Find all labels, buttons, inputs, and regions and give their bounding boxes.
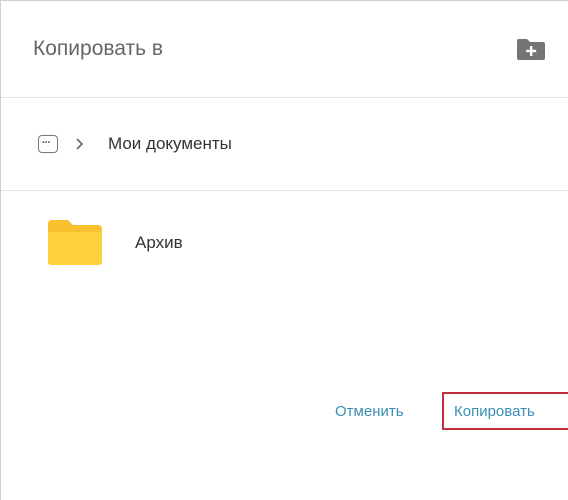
dialog-header: Копировать в (1, 1, 568, 98)
cancel-button[interactable]: Отменить (335, 402, 404, 422)
copy-button[interactable]: Копировать (442, 392, 568, 430)
chevron-right-icon (76, 138, 84, 150)
ellipsis-icon: ··· (42, 137, 51, 149)
breadcrumb: ··· Мои документы (1, 98, 568, 191)
dialog-actions: Отменить Копировать (1, 391, 568, 431)
copy-to-dialog: Копировать в ··· Мои документы Архив Отм… (0, 0, 568, 500)
folder-list-item[interactable]: Архив (1, 191, 568, 291)
dialog-title: Копировать в (33, 37, 164, 60)
breadcrumb-current[interactable]: Мои документы (108, 134, 232, 154)
new-folder-button[interactable] (516, 37, 546, 61)
folder-plus-icon (517, 39, 545, 60)
breadcrumb-more-button[interactable]: ··· (38, 135, 58, 153)
copy-button-label: Копировать (454, 403, 535, 420)
folder-icon (48, 220, 102, 265)
folder-name: Архив (135, 233, 183, 252)
